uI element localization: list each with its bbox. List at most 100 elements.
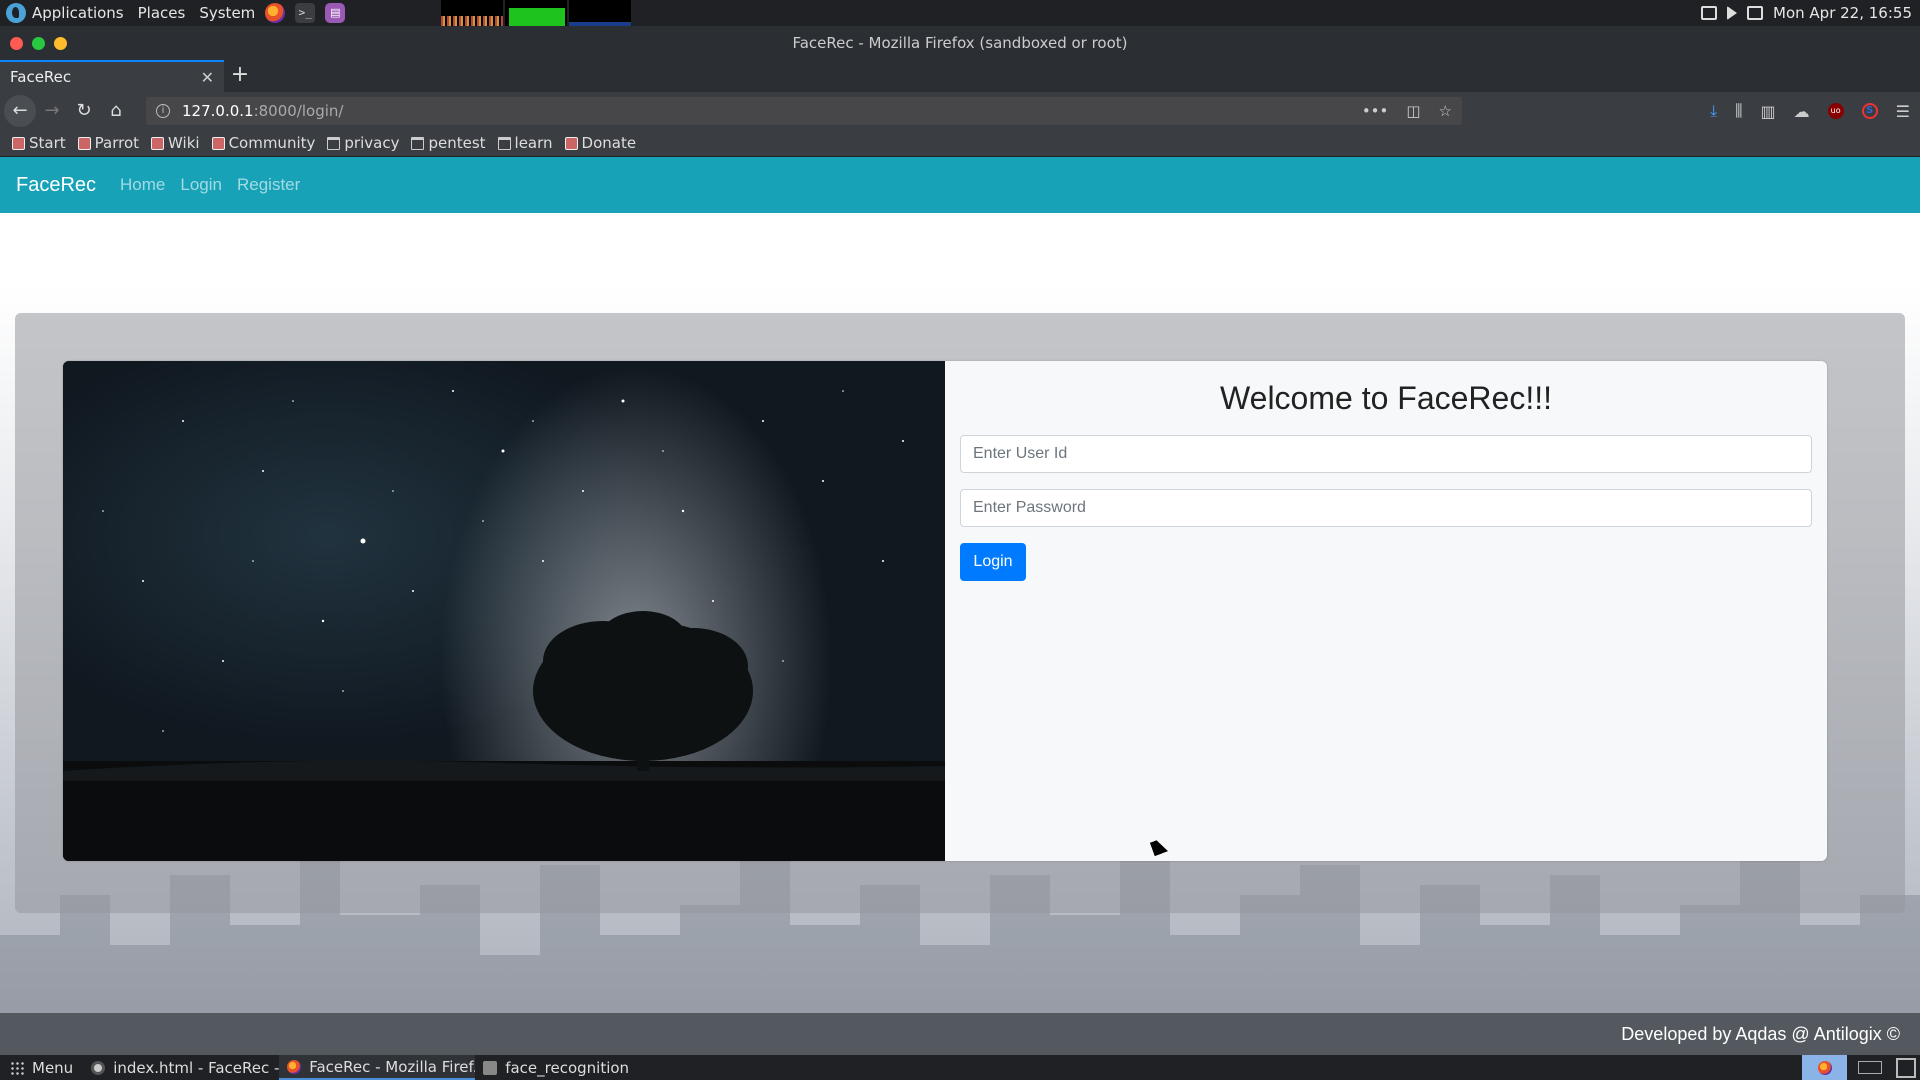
taskbar-item-label: face_recognition xyxy=(505,1058,630,1077)
taskbar-item-folder[interactable]: face_recognition xyxy=(475,1055,671,1080)
bookmark-start[interactable]: Start xyxy=(12,134,66,152)
nav-register-link[interactable]: Register xyxy=(237,175,300,195)
firefox-icon xyxy=(1817,1060,1832,1075)
downloads-icon[interactable]: ⤓ xyxy=(1710,101,1717,121)
notes-launcher-icon[interactable]: ▤ xyxy=(325,3,346,23)
system-monitor-graphs xyxy=(441,0,632,26)
night-sky-tree-image xyxy=(63,361,945,861)
new-tab-button[interactable]: + xyxy=(224,60,256,92)
tab-facerec[interactable]: FaceRec ✕ xyxy=(0,60,224,92)
minimize-window-button[interactable] xyxy=(32,36,45,50)
bookmark-label: privacy xyxy=(344,134,400,152)
page-icon xyxy=(564,136,578,150)
password-input[interactable] xyxy=(960,489,1812,527)
navigation-toolbar: ← → ↻ ⌂ i 127.0.0.1:8000/login/ ••• ◫ ☆ … xyxy=(0,92,1920,130)
places-menu[interactable]: Places xyxy=(138,4,186,22)
system-top-panel: Applications Places System >_ ▤ Mon Apr … xyxy=(0,0,1920,26)
bookmark-wiki[interactable]: Wiki xyxy=(151,134,200,152)
bookmark-folder-learn[interactable]: learn xyxy=(497,134,553,152)
terminal-launcher-icon[interactable]: >_ xyxy=(295,3,316,23)
clock[interactable]: Mon Apr 22, 16:55 xyxy=(1773,4,1912,22)
extension-icon[interactable]: ☁ xyxy=(1794,102,1810,121)
tab-label: FaceRec xyxy=(10,68,72,86)
url-path: :8000/login/ xyxy=(253,102,344,120)
battery-icon[interactable] xyxy=(1747,6,1764,20)
parrot-logo-icon[interactable] xyxy=(6,3,26,23)
nav-login-link[interactable]: Login xyxy=(180,175,222,195)
login-form-panel: Welcome to FaceRec!!! Login xyxy=(945,361,1827,861)
bookmark-parrot[interactable]: Parrot xyxy=(77,134,140,152)
bookmark-label: Start xyxy=(29,134,66,152)
library-icon[interactable]: ⫼ xyxy=(1735,101,1742,121)
site-footer: Developed by Aqdas @ Antilogix © xyxy=(0,1013,1920,1055)
page-icon xyxy=(12,136,25,150)
display-icon[interactable] xyxy=(1701,6,1718,20)
system-menu[interactable]: System xyxy=(199,4,255,22)
bookmark-community[interactable]: Community xyxy=(211,134,316,152)
sidebar-icon[interactable]: ▥ xyxy=(1761,102,1776,121)
folder-icon xyxy=(497,136,511,150)
tab-bar: FaceRec ✕ + xyxy=(0,60,1920,92)
workspace-box-icon xyxy=(1857,1061,1882,1074)
site-navbar: FaceRec Home Login Register xyxy=(0,157,1920,213)
bookmark-label: learn xyxy=(514,134,553,152)
volume-icon[interactable] xyxy=(1727,6,1738,20)
bookmark-label: Wiki xyxy=(168,134,200,152)
url-bar[interactable]: i 127.0.0.1:8000/login/ ••• ◫ ☆ xyxy=(146,97,1462,125)
taskbar: Menu index.html - FaceRec - ... FaceRec … xyxy=(0,1055,1920,1080)
bookmark-star-icon[interactable]: ☆ xyxy=(1439,102,1452,120)
taskbar-item-label: index.html - FaceRec - ... xyxy=(113,1058,280,1077)
memory-graph xyxy=(505,0,568,26)
s-extension-icon[interactable]: S xyxy=(1861,103,1878,119)
folder-icon xyxy=(483,1060,498,1075)
bookmark-folder-privacy[interactable]: privacy xyxy=(327,134,399,152)
workspace-1[interactable] xyxy=(1802,1055,1847,1080)
firefox-launcher-icon[interactable] xyxy=(265,3,286,23)
maximize-window-button[interactable] xyxy=(54,36,67,50)
site-brand[interactable]: FaceRec xyxy=(16,174,96,197)
taskbar-item-label: FaceRec - Mozilla Firef... xyxy=(309,1057,476,1076)
pocket-icon[interactable]: ◫ xyxy=(1406,102,1420,120)
login-card: Welcome to FaceRec!!! Login xyxy=(63,361,1827,861)
firefox-icon xyxy=(287,1059,302,1074)
nav-home-link[interactable]: Home xyxy=(120,175,165,195)
page-icon xyxy=(77,136,91,150)
folder-icon xyxy=(327,136,341,150)
reload-button[interactable]: ↻ xyxy=(68,95,100,127)
window-titlebar: FaceRec - Mozilla Firefox (sandboxed or … xyxy=(0,26,1920,60)
login-button[interactable]: Login xyxy=(960,543,1026,581)
page-icon xyxy=(211,136,225,150)
hamburger-menu-icon[interactable]: ☰ xyxy=(1896,102,1910,121)
taskbar-item-firefox[interactable]: FaceRec - Mozilla Firef... xyxy=(279,1055,476,1080)
show-desktop-icon[interactable] xyxy=(1896,1057,1916,1078)
user-id-input[interactable] xyxy=(960,435,1812,473)
page-viewport: FaceRec Home Login Register Welcome to F… xyxy=(0,157,1920,1055)
bookmark-label: Parrot xyxy=(94,134,140,152)
back-button[interactable]: ← xyxy=(4,95,36,127)
bookmark-label: pentest xyxy=(428,134,486,152)
bookmark-label: Community xyxy=(228,134,316,152)
welcome-heading: Welcome to FaceRec!!! xyxy=(1220,380,1552,416)
cpu-graph xyxy=(441,0,504,26)
bookmark-label: Donate xyxy=(581,134,637,152)
folder-icon xyxy=(411,136,425,150)
applications-menu[interactable]: Applications xyxy=(32,4,124,22)
close-window-button[interactable] xyxy=(10,36,23,50)
forward-button[interactable]: → xyxy=(36,95,68,127)
bookmark-donate[interactable]: Donate xyxy=(564,134,637,152)
home-button[interactable]: ⌂ xyxy=(100,95,132,127)
workspace-2[interactable] xyxy=(1847,1055,1892,1080)
taskbar-menu-button[interactable]: Menu xyxy=(0,1059,83,1077)
ublock-icon[interactable]: uo xyxy=(1827,103,1844,119)
page-actions-icon[interactable]: ••• xyxy=(1362,102,1389,120)
window-title: FaceRec - Mozilla Firefox (sandboxed or … xyxy=(792,34,1128,52)
taskbar-menu-label: Menu xyxy=(32,1058,74,1077)
bookmark-folder-pentest[interactable]: pentest xyxy=(411,134,486,152)
bookmarks-toolbar: Start Parrot Wiki Community privacy pent… xyxy=(0,130,1920,157)
chrome-icon xyxy=(91,1060,106,1075)
taskbar-item-chrome[interactable]: index.html - FaceRec - ... xyxy=(83,1055,279,1080)
apps-grid-icon xyxy=(10,1060,24,1075)
close-tab-icon[interactable]: ✕ xyxy=(201,68,214,87)
site-info-icon[interactable]: i xyxy=(156,104,170,118)
url-host: 127.0.0.1 xyxy=(182,102,254,120)
